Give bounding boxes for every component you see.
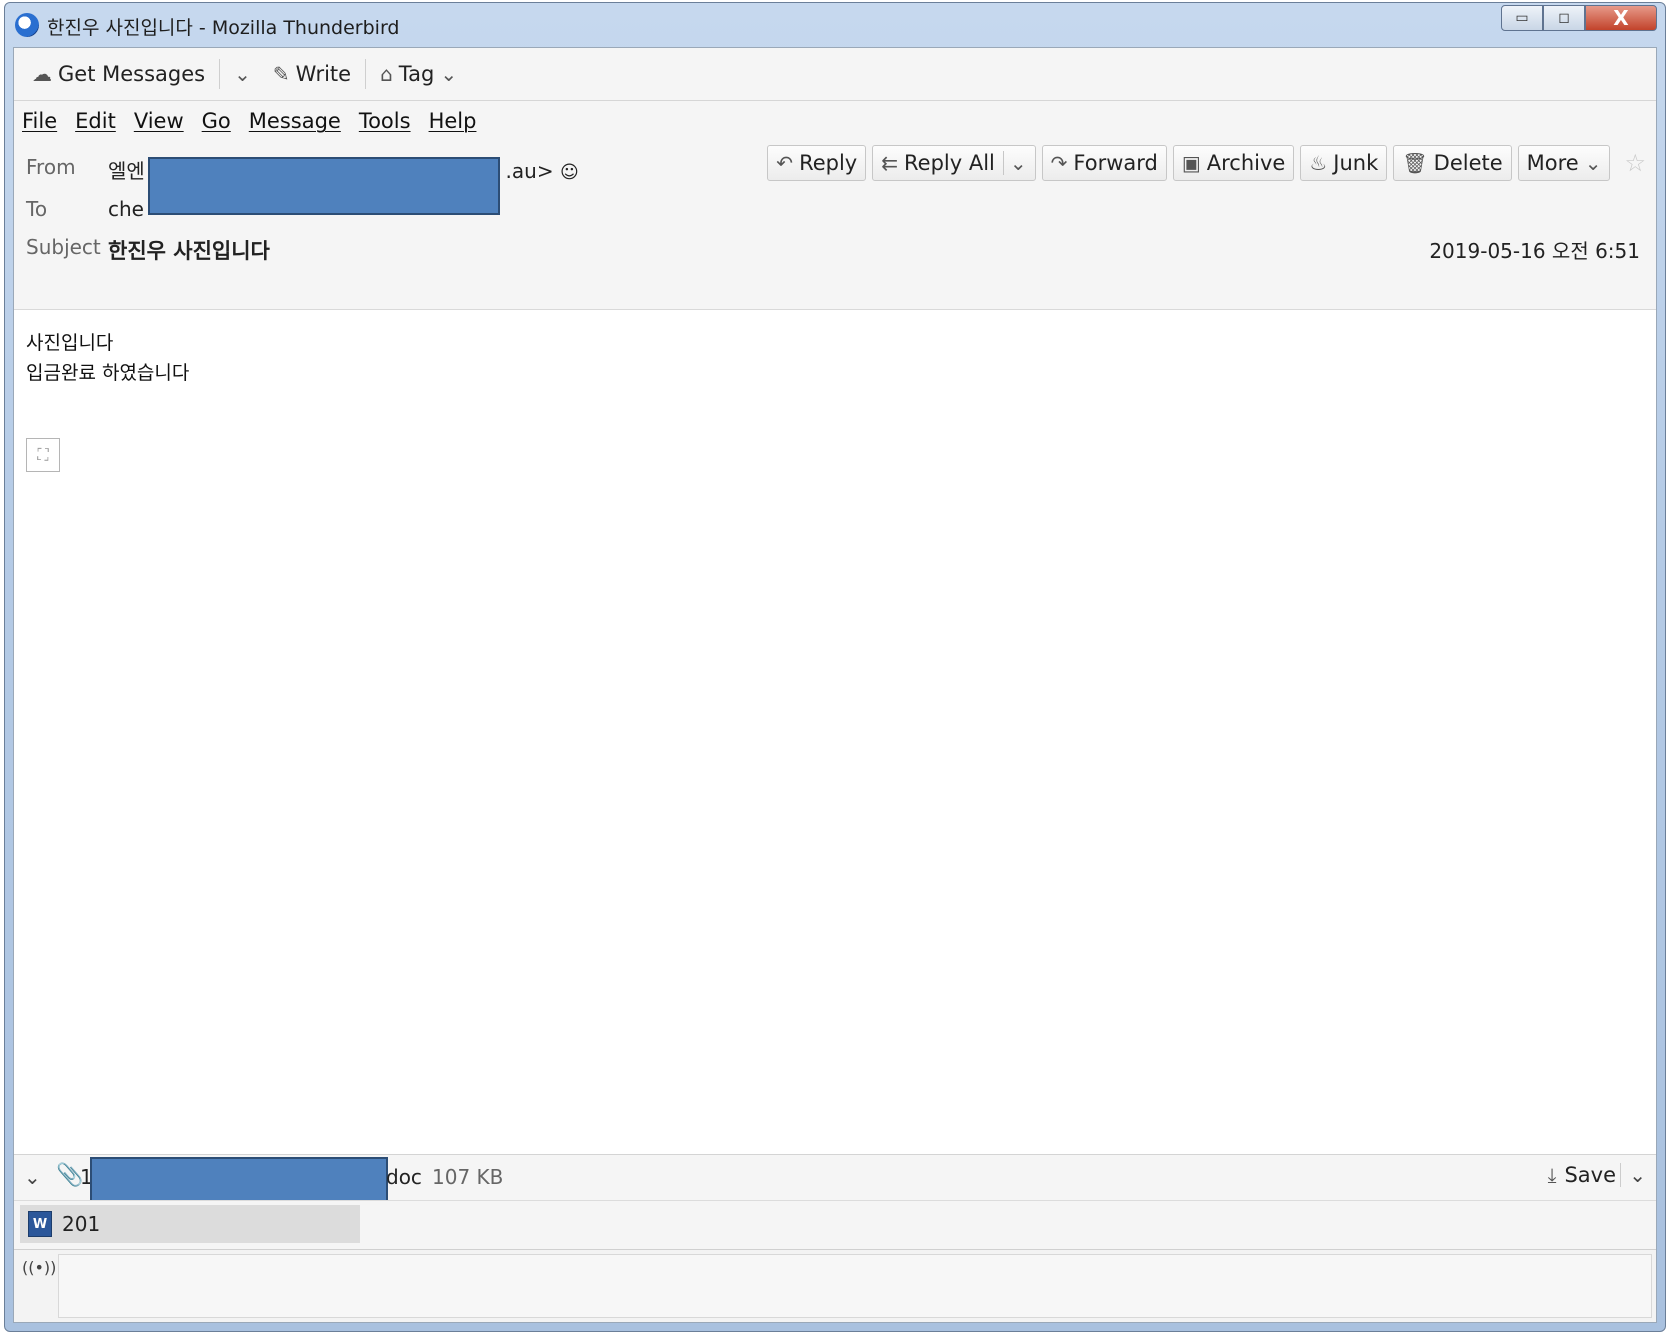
message-actions: ↶ Reply ⇇ Reply All ⌄ ↷ Forward ▣ Archiv…: [767, 145, 1646, 181]
close-icon: X: [1613, 6, 1629, 30]
from-label: From: [26, 155, 76, 179]
main-toolbar: ☁ Get Messages ⌄ ✎ Write ⌂ Tag ⌄: [14, 48, 1656, 101]
body-line: 사진입니다: [26, 332, 114, 354]
trash-icon: 🗑: [1402, 151, 1428, 175]
thunderbird-logo-icon: [15, 13, 39, 37]
maximize-icon: ◻: [1558, 10, 1570, 26]
chevron-down-icon[interactable]: ⌄: [1620, 1163, 1646, 1187]
tag-button[interactable]: ⌂ Tag ⌄: [372, 58, 465, 90]
save-button[interactable]: ⤓ Save: [1548, 1163, 1616, 1187]
toolbar-separator: [365, 59, 367, 89]
archive-box-icon: ▣: [1181, 151, 1201, 175]
menu-tools[interactable]: Tools: [359, 109, 411, 133]
reply-all-arrow-icon: ⇇: [881, 151, 898, 175]
minimize-icon: ▭: [1515, 10, 1529, 26]
junk-button[interactable]: ♨ Junk: [1300, 145, 1388, 181]
subject-label: Subject: [26, 235, 101, 259]
toolbar-separator: [219, 59, 221, 89]
menu-file[interactable]: File: [22, 109, 57, 133]
subject-value: 한진우 사진입니다: [108, 239, 270, 263]
attachment-list: W 201: [14, 1200, 1656, 1249]
download-icon: ⤓: [1547, 1163, 1557, 1187]
more-label: More: [1526, 151, 1579, 175]
redaction-box: [148, 157, 500, 215]
cloud-download-icon: ☁: [32, 62, 52, 86]
tag-label: Tag: [398, 62, 435, 86]
menu-help[interactable]: Help: [429, 109, 477, 133]
more-button[interactable]: More ⌄: [1517, 145, 1611, 181]
get-messages-dropdown[interactable]: ⌄: [226, 58, 259, 90]
attachment-bar: ⌄ 📎 1 doc 107 KB ⤓ Save ⌄: [14, 1154, 1656, 1235]
status-bar: ((•)): [14, 1249, 1656, 1322]
window-title: 한진우 사진입니다 - Mozilla Thunderbird: [47, 17, 400, 39]
broken-image-icon[interactable]: ⛶: [26, 438, 60, 472]
chevron-down-icon: ⌄: [1584, 151, 1602, 175]
reply-button[interactable]: ↶ Reply: [767, 145, 867, 181]
chevron-down-icon: ⌄: [440, 62, 458, 86]
menu-go[interactable]: Go: [202, 109, 231, 133]
chevron-down-icon: ⌄: [234, 62, 251, 86]
get-messages-label: Get Messages: [58, 62, 206, 86]
archive-label: Archive: [1206, 151, 1286, 175]
flame-icon: ♨: [1309, 151, 1328, 175]
chevron-down-icon[interactable]: ⌄: [1002, 151, 1027, 175]
forward-arrow-icon: ↷: [1050, 151, 1068, 175]
pencil-icon: ✎: [272, 62, 290, 86]
body-line: 입금완료 하였습니다: [26, 362, 190, 384]
menu-edit[interactable]: Edit: [75, 109, 116, 133]
close-button[interactable]: X: [1585, 5, 1657, 31]
delete-button[interactable]: 🗑 Delete: [1393, 145, 1512, 181]
write-button[interactable]: ✎ Write: [265, 58, 359, 90]
chevron-down-icon[interactable]: ⌄: [24, 1165, 41, 1189]
from-value-suffix: .au>: [505, 159, 554, 183]
attachment-item-label: 201: [62, 1212, 101, 1236]
write-label: Write: [295, 62, 352, 86]
message-date: 2019-05-16 오전 6:51: [1429, 239, 1640, 263]
reply-all-button[interactable]: ⇇ Reply All ⌄: [872, 145, 1036, 181]
menu-view[interactable]: View: [134, 109, 184, 133]
reply-arrow-icon: ↶: [776, 151, 794, 175]
wireless-signal-icon[interactable]: ((•)): [22, 1258, 56, 1277]
star-icon[interactable]: ☆: [1624, 149, 1646, 177]
to-label: To: [26, 197, 48, 221]
minimize-button[interactable]: ▭: [1501, 5, 1543, 31]
maximize-button[interactable]: ◻: [1543, 5, 1585, 31]
app-window: 한진우 사진입니다 - Mozilla Thunderbird ▭ ◻ X ☁ …: [4, 2, 1666, 1332]
main-client-area: ☁ Get Messages ⌄ ✎ Write ⌂ Tag ⌄ File Ed…: [13, 47, 1657, 1323]
attachment-name-suffix: doc: [386, 1165, 422, 1189]
reply-all-label: Reply All: [904, 151, 995, 175]
attachment-item[interactable]: W 201: [20, 1205, 360, 1243]
to-value[interactable]: che: [108, 197, 144, 221]
window-controls: ▭ ◻ X: [1501, 5, 1657, 31]
message-body: 사진입니다 입금완료 하였습니다 ⛶: [14, 310, 1656, 1154]
contact-icon[interactable]: ☺: [560, 162, 579, 183]
junk-label: Junk: [1333, 151, 1379, 175]
forward-label: Forward: [1073, 151, 1158, 175]
status-panel: [58, 1254, 1652, 1318]
message-header: From 엘엔 .au> ☺ To che Subject 한진우 사진입니다 …: [14, 141, 1656, 310]
delete-label: Delete: [1433, 151, 1503, 175]
from-value-prefix: 엘엔: [108, 159, 145, 183]
menu-bar: File Edit View Go Message Tools Help: [14, 101, 1656, 141]
tag-icon: ⌂: [380, 62, 393, 86]
reply-label: Reply: [799, 151, 858, 175]
word-document-icon: W: [28, 1211, 52, 1237]
get-messages-button[interactable]: ☁ Get Messages: [24, 58, 213, 90]
archive-button[interactable]: ▣ Archive: [1172, 145, 1295, 181]
menu-message[interactable]: Message: [249, 109, 341, 133]
save-label: Save: [1564, 1163, 1616, 1187]
title-bar: 한진우 사진입니다 - Mozilla Thunderbird ▭ ◻ X: [5, 3, 1665, 47]
attachment-size: 107 KB: [432, 1165, 504, 1189]
forward-button[interactable]: ↷ Forward: [1041, 145, 1167, 181]
